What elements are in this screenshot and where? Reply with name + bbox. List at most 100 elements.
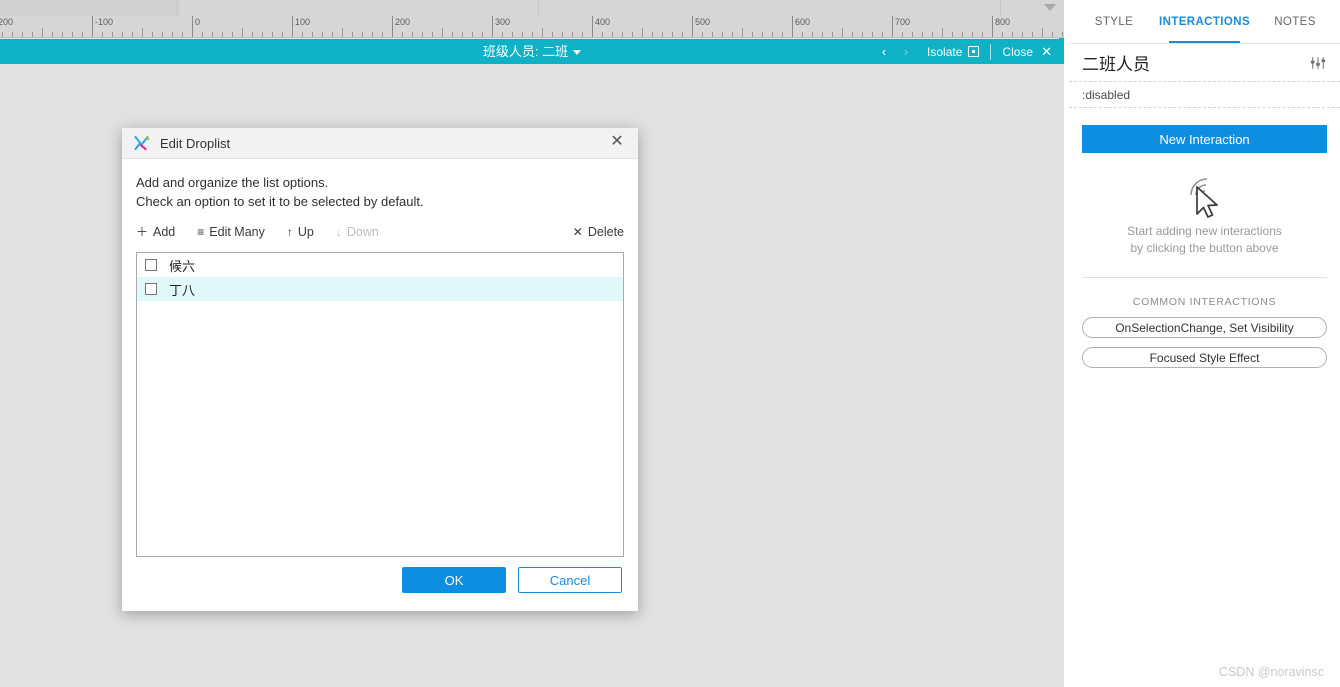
- new-interaction-button[interactable]: New Interaction: [1082, 125, 1327, 153]
- chevron-down-icon[interactable]: [573, 50, 582, 56]
- ruler-minor-tick: [772, 32, 773, 37]
- ruler-minor-tick: [782, 32, 783, 37]
- chevron-down-icon[interactable]: [1044, 4, 1056, 11]
- option-checkbox[interactable]: [145, 259, 157, 271]
- close-isolation-button[interactable]: Close ✕: [990, 43, 1060, 60]
- ruler-minor-tick: [62, 32, 63, 37]
- tab-style[interactable]: STYLE: [1069, 0, 1159, 43]
- right-panel: STYLE INTERACTIONS NOTES 二班人员 :disabled …: [1069, 0, 1340, 687]
- ruler-minor-tick: [272, 32, 273, 37]
- list-item[interactable]: 候六: [137, 253, 623, 277]
- ruler-minor-tick: [722, 32, 723, 37]
- tab-interactions[interactable]: INTERACTIONS: [1159, 0, 1250, 43]
- ruler-minor-tick: [932, 32, 933, 37]
- add-button-label: Add: [153, 225, 176, 239]
- common-interactions-title: COMMON INTERACTIONS: [1132, 296, 1277, 308]
- widget-state-label: :disabled: [1082, 87, 1131, 102]
- ruler-minor-tick: [12, 32, 13, 37]
- ruler-minor-tick: [942, 28, 943, 37]
- isolation-bar: 班级人员: 二班 ‹ › Isolate Close ✕: [0, 39, 1064, 64]
- horizontal-scrollbar-end[interactable]: [1000, 0, 1064, 16]
- delete-button-label: Delete: [587, 225, 624, 239]
- click-cursor-icon: [1189, 178, 1218, 218]
- ruler-minor-tick: [72, 32, 73, 37]
- ruler-minor-tick: [642, 28, 643, 37]
- ruler-minor-tick: [612, 32, 613, 37]
- canvas-area[interactable]: -200-1000100200300400500600700800 班级人员: …: [0, 0, 1064, 687]
- horizontal-scrollbar[interactable]: [0, 0, 1064, 16]
- ruler-minor-tick: [662, 32, 663, 37]
- ruler-minor-tick: [352, 32, 353, 37]
- move-up-button-label: Up: [297, 225, 314, 239]
- ruler-minor-tick: [822, 32, 823, 37]
- isolation-next-button[interactable]: ›: [895, 39, 917, 64]
- ruler-minor-tick: [132, 32, 133, 37]
- ruler-minor-tick: [762, 32, 763, 37]
- sliders-icon[interactable]: [1310, 56, 1326, 70]
- list-item[interactable]: 丁八: [137, 277, 623, 301]
- horizontal-scrollbar-track[interactable]: [179, 0, 539, 16]
- ruler-minor-tick: [862, 32, 863, 37]
- ruler-minor-tick: [282, 32, 283, 37]
- ok-button[interactable]: OK: [402, 567, 506, 593]
- ruler-minor-tick: [22, 32, 23, 37]
- isolate-button[interactable]: Isolate: [917, 39, 988, 64]
- cancel-button[interactable]: Cancel: [518, 567, 622, 593]
- ruler-minor-tick: [712, 32, 713, 37]
- ruler-minor-tick: [922, 32, 923, 37]
- widget-name[interactable]: 二班人员: [1082, 50, 1310, 75]
- ruler-minor-tick: [902, 32, 903, 37]
- dialog-hint-line-1: Add and organize the list options.: [136, 175, 329, 190]
- move-up-button[interactable]: ↑ Up: [287, 225, 314, 239]
- ruler-minor-tick: [32, 32, 33, 37]
- ruler-minor-tick: [252, 32, 253, 37]
- panel-tabs: STYLE INTERACTIONS NOTES: [1069, 0, 1340, 44]
- option-list[interactable]: 候六 丁八: [136, 252, 624, 557]
- ruler-minor-tick: [172, 32, 173, 37]
- option-label: 丁八: [169, 282, 196, 298]
- tab-notes[interactable]: NOTES: [1250, 0, 1340, 43]
- widget-name-row: 二班人员: [1069, 44, 1340, 82]
- ruler-minor-tick: [1012, 32, 1013, 37]
- ruler-minor-tick: [652, 32, 653, 37]
- ruler-minor-tick: [142, 28, 143, 37]
- move-down-button-label: Down: [346, 225, 379, 239]
- ruler-minor-tick: [152, 32, 153, 37]
- edit-many-button-label: Edit Many: [209, 225, 265, 239]
- ruler-minor-tick: [832, 32, 833, 37]
- ruler-minor-tick: [582, 32, 583, 37]
- isolation-prev-button[interactable]: ‹: [873, 39, 895, 64]
- dialog-close-button[interactable]: ✕: [606, 132, 628, 154]
- isolation-controls: ‹ › Isolate Close ✕: [873, 39, 1060, 64]
- common-interaction-onselectionchange[interactable]: OnSelectionChange, Set Visibility: [1082, 317, 1327, 338]
- empty-state-line-1: Start adding new interactions: [1127, 224, 1282, 238]
- ruler-minor-tick: [2, 32, 3, 37]
- ruler-minor-tick: [742, 28, 743, 37]
- ruler-minor-tick: [412, 32, 413, 37]
- ruler-minor-tick: [442, 28, 443, 37]
- ruler-minor-tick: [122, 32, 123, 37]
- isolate-label: Isolate: [927, 44, 963, 59]
- ruler-minor-tick: [112, 32, 113, 37]
- ruler-minor-tick: [42, 28, 43, 37]
- ruler-minor-tick: [732, 32, 733, 37]
- ruler-minor-tick: [382, 32, 383, 37]
- widget-state-row[interactable]: :disabled: [1069, 82, 1340, 108]
- ruler-minor-tick: [532, 32, 533, 37]
- edit-many-button[interactable]: ≡ Edit Many: [197, 225, 265, 239]
- ruler-minor-tick: [912, 32, 913, 37]
- common-interaction-focused-style[interactable]: Focused Style Effect: [1082, 347, 1327, 368]
- ruler-minor-tick: [1002, 32, 1003, 37]
- add-button[interactable]: ＋ Add: [136, 225, 175, 239]
- option-checkbox[interactable]: [145, 283, 157, 295]
- ruler-minor-tick: [552, 32, 553, 37]
- ruler-minor-tick: [302, 32, 303, 37]
- ruler-minor-tick: [242, 28, 243, 37]
- ruler-minor-tick: [562, 32, 563, 37]
- delete-button[interactable]: ✕ Delete: [573, 225, 624, 239]
- ruler-minor-tick: [802, 32, 803, 37]
- ruler-minor-tick: [672, 32, 673, 37]
- ruler-minor-tick: [342, 28, 343, 37]
- horizontal-scrollbar-thumb[interactable]: [0, 0, 178, 16]
- ruler-minor-tick: [542, 28, 543, 37]
